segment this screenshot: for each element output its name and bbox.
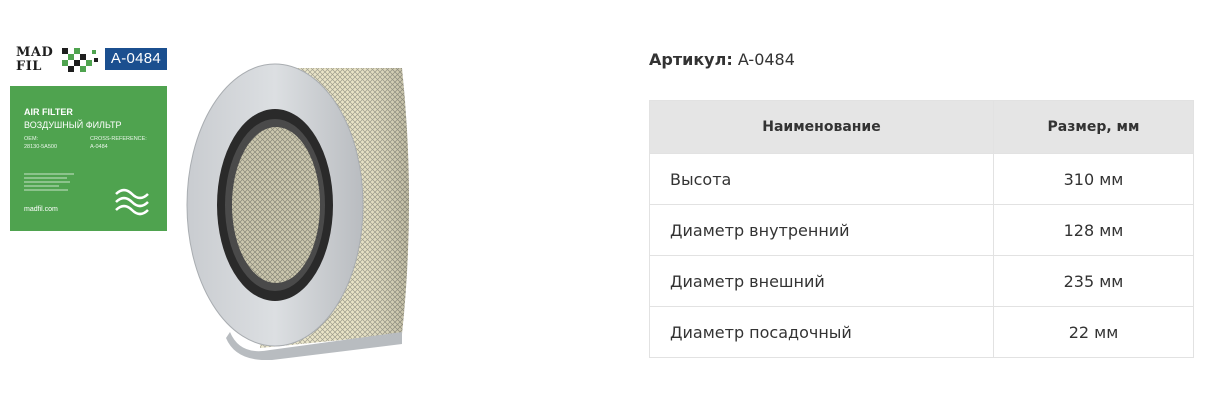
logo-line-2: FIL	[16, 59, 42, 74]
air-filter-image	[186, 63, 409, 360]
madfil-logo: MAD FIL	[16, 46, 102, 80]
article-line: Артикул: A-0484	[649, 50, 795, 69]
row-name: Высота	[649, 153, 994, 205]
row-name: Диаметр внутренний	[649, 204, 994, 256]
box-fine-print	[24, 173, 74, 193]
header-size: Размер, мм	[993, 100, 1194, 154]
cross-label: CROSS-REFERENCE:	[90, 136, 147, 142]
website-text: madfil.com	[24, 206, 58, 213]
row-value: 235 мм	[993, 255, 1194, 307]
product-box-image: MAD FIL A-0484 AIR FILTER ВОЗДУШНЫЙ ФИЛЬ…	[10, 18, 167, 231]
article-value: A-0484	[737, 50, 795, 69]
logo-line-1: MAD	[16, 45, 54, 60]
table-row: Высота 310 мм	[649, 153, 1194, 205]
logo-text: MAD FIL	[16, 46, 53, 74]
specs-table: Наименование Размер, мм Высота 310 мм Ди…	[649, 100, 1194, 358]
table-row: Диаметр внутренний 128 мм	[649, 204, 1194, 256]
box-header: MAD FIL A-0484	[10, 18, 167, 86]
oem-value: 28130-5A500	[24, 144, 58, 150]
checker-icon	[62, 48, 98, 72]
cross-value: A-0484	[90, 144, 108, 150]
row-name: Диаметр внешний	[649, 255, 994, 307]
wave-logo-icon	[115, 188, 149, 216]
table-row: Диаметр внешний 235 мм	[649, 255, 1194, 307]
header-name: Наименование	[649, 100, 994, 154]
table-header-row: Наименование Размер, мм	[649, 100, 1194, 154]
row-name: Диаметр посадочный	[649, 306, 994, 358]
row-value: 22 мм	[993, 306, 1194, 358]
box-title-en: AIR FILTER	[24, 107, 73, 117]
row-value: 128 мм	[993, 204, 1194, 256]
table-row: Диаметр посадочный 22 мм	[649, 306, 1194, 358]
oem-label: OEM:	[24, 136, 39, 142]
box-title-ru: ВОЗДУШНЫЙ ФИЛЬТР	[24, 120, 122, 130]
article-label: Артикул:	[649, 50, 733, 69]
row-value: 310 мм	[993, 153, 1194, 205]
code-tag: A-0484	[105, 48, 167, 70]
